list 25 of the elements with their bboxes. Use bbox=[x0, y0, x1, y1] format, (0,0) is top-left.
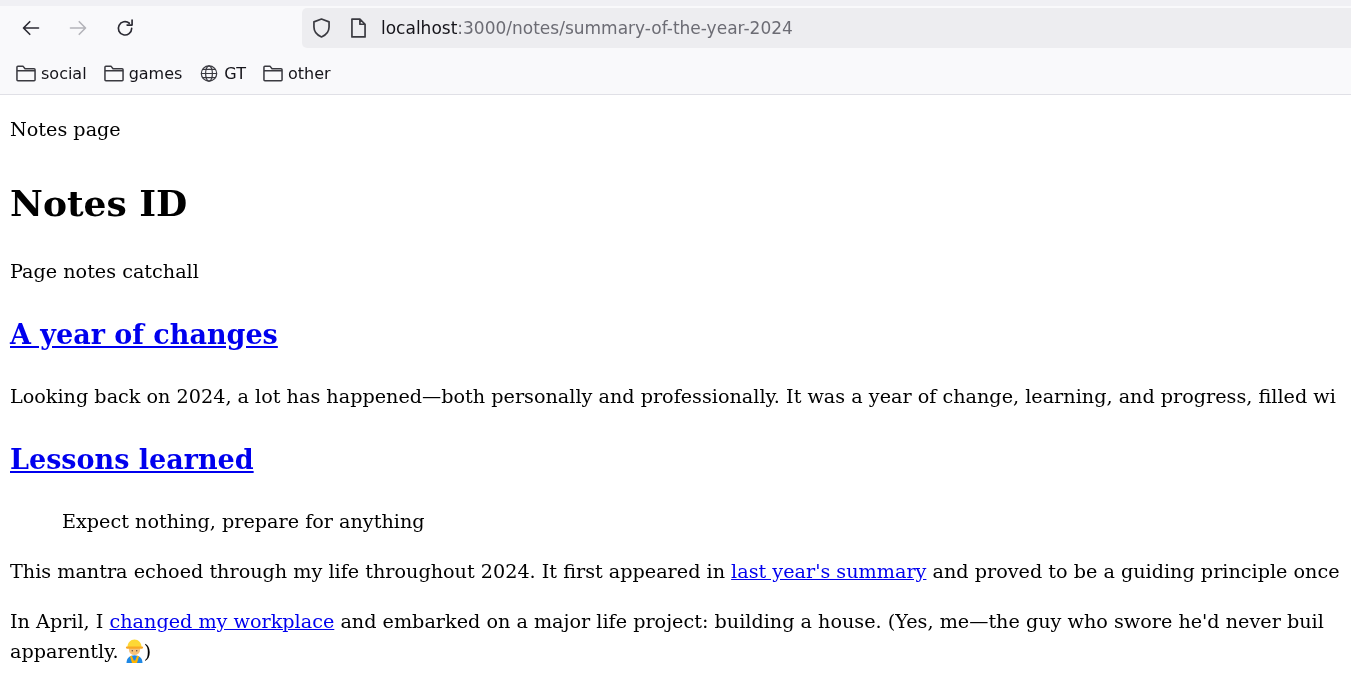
bookmark-link[interactable]: other bbox=[262, 63, 331, 83]
page-title: Notes ID bbox=[10, 181, 189, 226]
folder-icon bbox=[103, 64, 124, 82]
section-heading-link[interactable]: A year of changes bbox=[10, 319, 278, 350]
paragraph-text: This mantra echoed through my life throughout 2024. It first appeared in last year's summary and proved to be a guiding principle once bbox=[10, 559, 1341, 585]
construction-worker-icon bbox=[124, 639, 144, 663]
paragraph-text: Looking back on 2024, a lot has happened—both personally and professionally. It was a year of change, learning, and progress, filled wi bbox=[10, 384, 1337, 410]
paragraph-text: Notes page bbox=[10, 117, 122, 143]
inline-link[interactable]: last year's summary bbox=[731, 560, 927, 583]
back-arrow-icon[interactable] bbox=[21, 18, 41, 38]
bookmark-link[interactable]: games bbox=[103, 63, 183, 83]
bookmark-link[interactable]: social bbox=[16, 63, 87, 83]
shield-icon bbox=[313, 18, 330, 38]
address-bar[interactable]: localhost:3000/notes/summary-of-the-year-2024 bbox=[302, 8, 1351, 48]
bookmark-link[interactable]: GT bbox=[199, 63, 246, 83]
quote-text: Expect nothing, prepare for anything bbox=[62, 509, 426, 535]
paragraph-text: In April, I changed my workplace and embarked on a major life project: building a house. (Yes, me—the guy who swore he'd never buil apparently. ) bbox=[10, 609, 1325, 665]
reload-icon[interactable] bbox=[115, 18, 135, 38]
page-icon bbox=[351, 18, 366, 38]
inline-link[interactable]: changed my workplace bbox=[109, 610, 335, 633]
section-heading-link[interactable]: Lessons learned bbox=[10, 444, 254, 475]
folder-icon bbox=[16, 64, 36, 82]
folder-icon bbox=[262, 64, 283, 82]
paragraph-text: Page notes catchall bbox=[10, 259, 200, 285]
globe-icon bbox=[199, 64, 220, 82]
